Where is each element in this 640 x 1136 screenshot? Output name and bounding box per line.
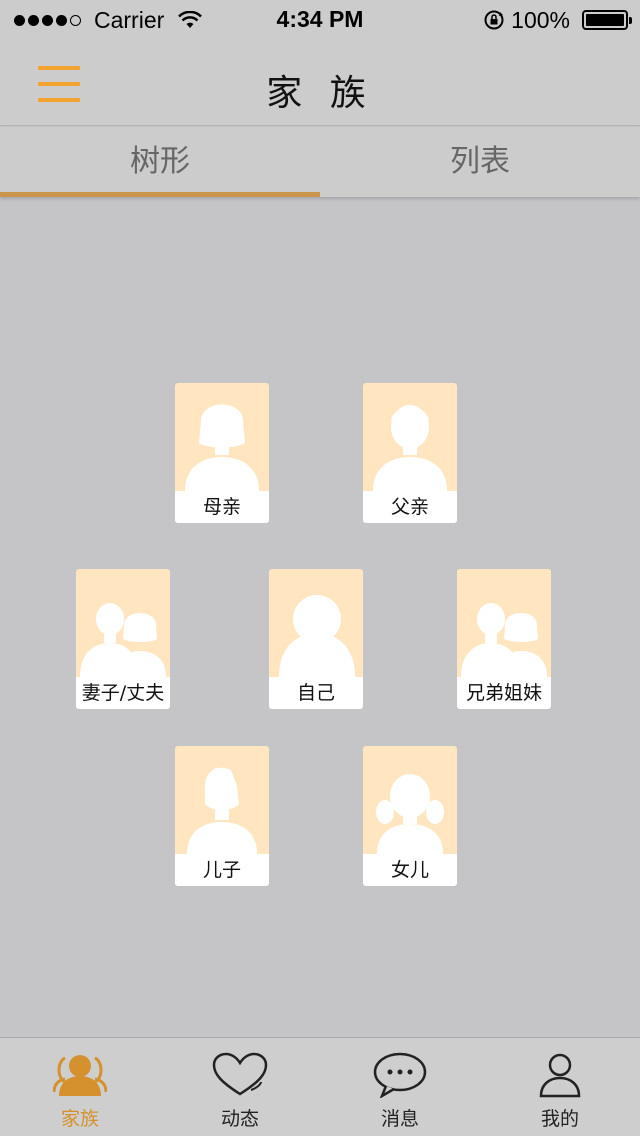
card-spouse[interactable]: 妻子/丈夫 xyxy=(76,569,170,709)
rotation-lock-icon xyxy=(484,10,504,30)
heart-icon xyxy=(212,1052,268,1096)
page-title: 家 族 xyxy=(266,73,374,114)
family-icon xyxy=(53,1055,107,1096)
father-avatar-icon xyxy=(373,405,447,491)
card-label: 母亲 xyxy=(175,491,269,523)
tabbar-item-messages[interactable]: 消息 xyxy=(320,1038,480,1136)
chat-bubble-icon xyxy=(373,1052,427,1098)
mother-avatar-icon xyxy=(185,404,259,491)
bottom-tab-bar: 家族 动态 消息 我的 xyxy=(0,1037,640,1136)
tab-tree[interactable]: 树形 xyxy=(0,127,320,197)
card-label: 父亲 xyxy=(363,491,457,523)
person-icon xyxy=(539,1053,581,1098)
tabbar-label: 动态 xyxy=(220,1108,259,1130)
self-avatar-icon xyxy=(279,595,355,677)
card-daughter[interactable]: 女儿 xyxy=(363,746,457,886)
couple-avatar-icon xyxy=(80,603,166,677)
card-siblings[interactable]: 兄弟姐妹 xyxy=(457,569,551,709)
tabbar-label: 消息 xyxy=(380,1108,419,1130)
card-father[interactable]: 父亲 xyxy=(363,383,457,523)
siblings-avatar-icon xyxy=(461,603,547,677)
card-self[interactable]: 自己 xyxy=(269,569,363,709)
status-bar: Carrier 4:34 PM 100% xyxy=(0,0,640,40)
tabbar-label: 家族 xyxy=(60,1108,99,1130)
battery-status: 100% xyxy=(483,6,632,34)
tabbar-item-family[interactable]: 家族 xyxy=(0,1038,160,1136)
card-mother[interactable]: 母亲 xyxy=(175,383,269,523)
card-son[interactable]: 儿子 xyxy=(175,746,269,886)
card-label: 儿子 xyxy=(175,854,269,886)
view-tabs: 树形 列表 xyxy=(0,127,640,197)
tabbar-label: 我的 xyxy=(540,1108,579,1130)
card-label: 自己 xyxy=(269,677,363,709)
nav-bar: 家 族 xyxy=(0,40,640,126)
tab-list[interactable]: 列表 xyxy=(320,127,640,197)
tabbar-item-feed[interactable]: 动态 xyxy=(160,1038,320,1136)
card-label: 兄弟姐妹 xyxy=(457,677,551,709)
card-label: 妻子/丈夫 xyxy=(76,677,170,709)
card-label: 女儿 xyxy=(363,854,457,886)
tabbar-item-me[interactable]: 我的 xyxy=(480,1038,640,1136)
son-avatar-icon xyxy=(187,767,257,854)
battery-percent: 100% xyxy=(511,6,570,33)
battery-icon xyxy=(582,10,632,30)
daughter-avatar-icon xyxy=(376,774,444,854)
